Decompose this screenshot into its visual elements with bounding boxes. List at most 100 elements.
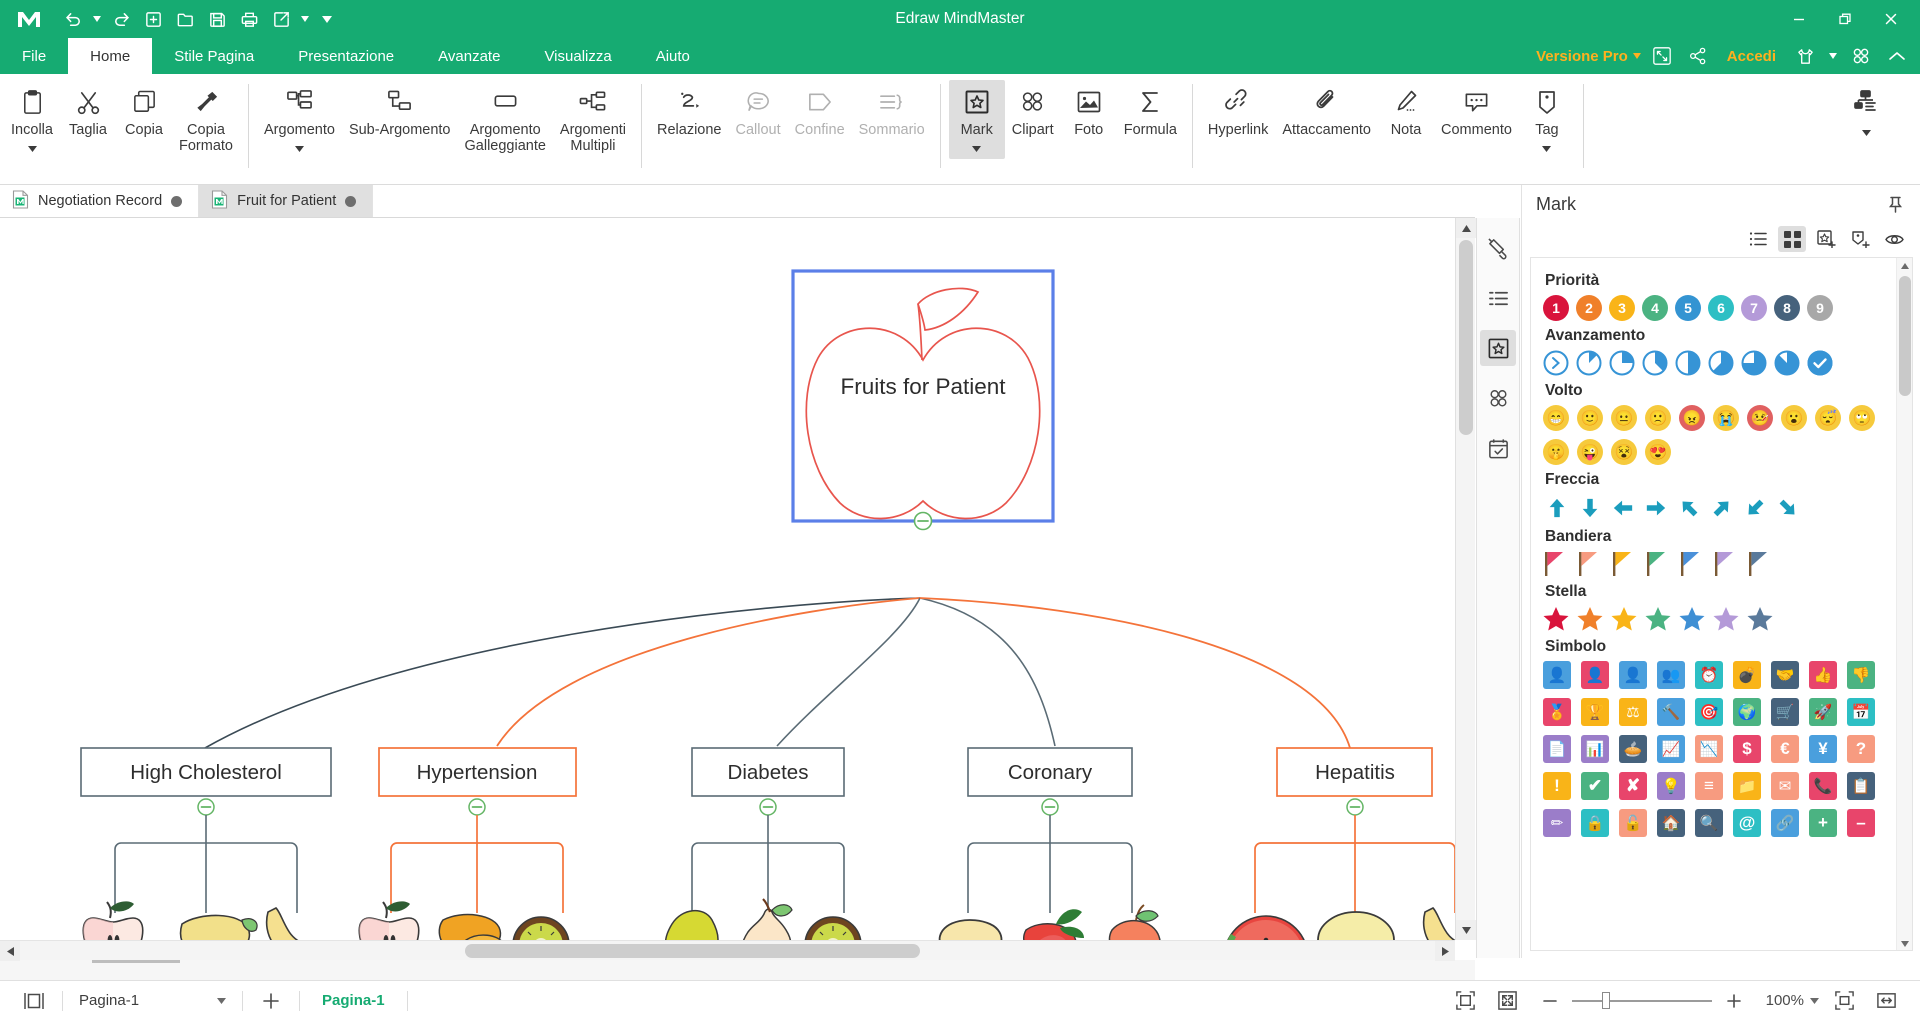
neutral-face[interactable]: 😐 bbox=[1611, 405, 1637, 431]
star-icon-2[interactable] bbox=[1577, 606, 1603, 632]
flag-icon-7[interactable] bbox=[1747, 551, 1773, 577]
bar-chart-icon[interactable]: 📊 bbox=[1581, 735, 1609, 763]
multiple-topics-button[interactable]: Argomenti Multipli bbox=[553, 80, 633, 157]
dollar-icon[interactable]: $ bbox=[1733, 735, 1761, 763]
wink-tongue-face[interactable]: 😜 bbox=[1577, 439, 1603, 465]
priority-badge-8[interactable]: 8 bbox=[1774, 295, 1800, 321]
pro-version-button[interactable]: Versione Pro bbox=[1536, 48, 1641, 65]
notes-icon[interactable]: 📋 bbox=[1847, 772, 1875, 800]
shush-face[interactable]: 🤫 bbox=[1543, 439, 1569, 465]
bomb-icon[interactable]: 💣 bbox=[1733, 661, 1761, 689]
link-icon[interactable]: 🔗 bbox=[1771, 809, 1799, 837]
arrow-right-icon[interactable] bbox=[1642, 494, 1670, 522]
page-select-dropdown[interactable]: Pagina-1 bbox=[71, 992, 234, 1009]
star-icon-3[interactable] bbox=[1611, 606, 1637, 632]
flag-icon-6[interactable] bbox=[1713, 551, 1739, 577]
mark-dropdown-icon[interactable] bbox=[972, 139, 982, 157]
priority-badge-4[interactable]: 4 bbox=[1642, 295, 1668, 321]
pin-icon[interactable] bbox=[1884, 193, 1906, 215]
new-button[interactable] bbox=[138, 4, 168, 34]
topic-button[interactable]: Argomento bbox=[257, 80, 342, 159]
plus-icon[interactable]: + bbox=[1809, 809, 1837, 837]
thumbs-down-icon[interactable]: 👎 bbox=[1847, 661, 1875, 689]
theme-dropdown-icon[interactable] bbox=[1826, 41, 1840, 71]
doc-tab-modified-indicator[interactable] bbox=[171, 195, 183, 207]
zoom-out-button[interactable] bbox=[1530, 981, 1570, 1020]
user-blue-icon[interactable]: 👤 bbox=[1619, 661, 1647, 689]
question-icon[interactable]: ? bbox=[1847, 735, 1875, 763]
phone-icon[interactable]: 📞 bbox=[1809, 772, 1837, 800]
mark-scroll-thumb[interactable] bbox=[1899, 276, 1911, 396]
fit-width-icon[interactable] bbox=[1866, 981, 1906, 1020]
arrow-down-right-icon[interactable] bbox=[1774, 494, 1802, 522]
surprised-face[interactable]: 😮 bbox=[1781, 405, 1807, 431]
copy-button[interactable]: Copia bbox=[116, 80, 172, 140]
progress-mark-75[interactable] bbox=[1741, 350, 1767, 376]
minus-icon[interactable]: – bbox=[1847, 809, 1875, 837]
arrow-up-icon[interactable] bbox=[1543, 494, 1571, 522]
arrow-up-left-icon[interactable] bbox=[1675, 494, 1703, 522]
restore-button[interactable] bbox=[1822, 2, 1868, 36]
page-layout-icon[interactable] bbox=[14, 981, 54, 1020]
tag-button[interactable]: Tag bbox=[1519, 80, 1575, 159]
rail-outline-icon[interactable] bbox=[1480, 280, 1516, 316]
note-button[interactable]: Nota bbox=[1378, 80, 1434, 140]
tag-dropdown-icon[interactable] bbox=[1542, 139, 1552, 157]
euro-icon[interactable]: € bbox=[1771, 735, 1799, 763]
hyperlink-button[interactable]: Hyperlink bbox=[1201, 80, 1275, 140]
user-icon[interactable]: 👤 bbox=[1543, 661, 1571, 689]
share-icon[interactable] bbox=[1683, 41, 1713, 71]
paste-button[interactable]: Incolla bbox=[4, 80, 60, 159]
handshake-icon[interactable]: 🤝 bbox=[1771, 661, 1799, 689]
add-tag-icon[interactable] bbox=[1846, 226, 1874, 252]
eye-icon[interactable] bbox=[1880, 226, 1908, 252]
doc-tab-fruit-for-patient[interactable]: Fruit for Patient bbox=[199, 185, 374, 217]
layout-dropdown-icon[interactable] bbox=[1861, 123, 1871, 141]
arrow-down-icon[interactable] bbox=[1576, 494, 1604, 522]
group-icon[interactable]: 👥 bbox=[1657, 661, 1685, 689]
relation-button[interactable]: Relazione bbox=[650, 80, 729, 140]
scroll-down-arrow[interactable] bbox=[1456, 920, 1476, 940]
add-mark-icon[interactable] bbox=[1812, 226, 1840, 252]
layers-icon[interactable]: ≡ bbox=[1695, 772, 1723, 800]
scroll-right-arrow[interactable] bbox=[1435, 941, 1455, 961]
progress-mark-25[interactable] bbox=[1609, 350, 1635, 376]
topic-dropdown-icon[interactable] bbox=[294, 139, 304, 157]
arrow-up-right-icon[interactable] bbox=[1708, 494, 1736, 522]
cut-button[interactable]: Taglia bbox=[60, 80, 116, 140]
rolling-eyes-face[interactable]: 🙄 bbox=[1849, 405, 1875, 431]
area-chart-icon[interactable]: 📉 bbox=[1695, 735, 1723, 763]
paste-dropdown-icon[interactable] bbox=[27, 139, 37, 157]
photo-button[interactable]: Foto bbox=[1061, 80, 1117, 140]
zoom-in-button[interactable] bbox=[1714, 981, 1754, 1020]
search-icon[interactable]: 🔍 bbox=[1695, 809, 1723, 837]
menu-item-home[interactable]: Home bbox=[68, 38, 153, 74]
flag-icon-3[interactable] bbox=[1611, 551, 1637, 577]
progress-mark-12.5[interactable] bbox=[1576, 350, 1602, 376]
mindmap-canvas[interactable]: Fruits for Patient High Cholesterol Hype… bbox=[0, 218, 1475, 958]
redo-button[interactable] bbox=[106, 4, 136, 34]
progress-mark-50[interactable] bbox=[1675, 350, 1701, 376]
yen-icon[interactable]: ¥ bbox=[1809, 735, 1837, 763]
progress-mark-100[interactable] bbox=[1807, 350, 1833, 376]
alarm-clock-icon[interactable]: ⏰ bbox=[1695, 661, 1723, 689]
priority-badge-9[interactable]: 9 bbox=[1807, 295, 1833, 321]
mark-button[interactable]: Mark bbox=[948, 80, 1005, 160]
trophy-icon[interactable]: 🏆 bbox=[1581, 698, 1609, 726]
open-button[interactable] bbox=[170, 4, 200, 34]
progress-mark-62.5[interactable] bbox=[1708, 350, 1734, 376]
unlock-icon[interactable]: 🔓 bbox=[1619, 809, 1647, 837]
scales-icon[interactable]: ⚖ bbox=[1619, 698, 1647, 726]
formula-button[interactable]: Formula bbox=[1117, 80, 1184, 140]
theme-skin-icon[interactable] bbox=[1790, 41, 1820, 71]
scroll-left-arrow[interactable] bbox=[0, 941, 20, 961]
zoom-slider[interactable] bbox=[1571, 992, 1712, 1010]
minimize-button[interactable] bbox=[1776, 2, 1822, 36]
shopping-cart-icon[interactable]: 🛒 bbox=[1771, 698, 1799, 726]
undo-button[interactable] bbox=[58, 4, 88, 34]
cross-icon[interactable]: ✘ bbox=[1619, 772, 1647, 800]
undo-dropdown[interactable] bbox=[90, 4, 104, 34]
fit-to-window-icon[interactable] bbox=[1824, 981, 1864, 1020]
format-painter-button[interactable]: Copia Formato bbox=[172, 80, 240, 157]
priority-badge-3[interactable]: 3 bbox=[1609, 295, 1635, 321]
